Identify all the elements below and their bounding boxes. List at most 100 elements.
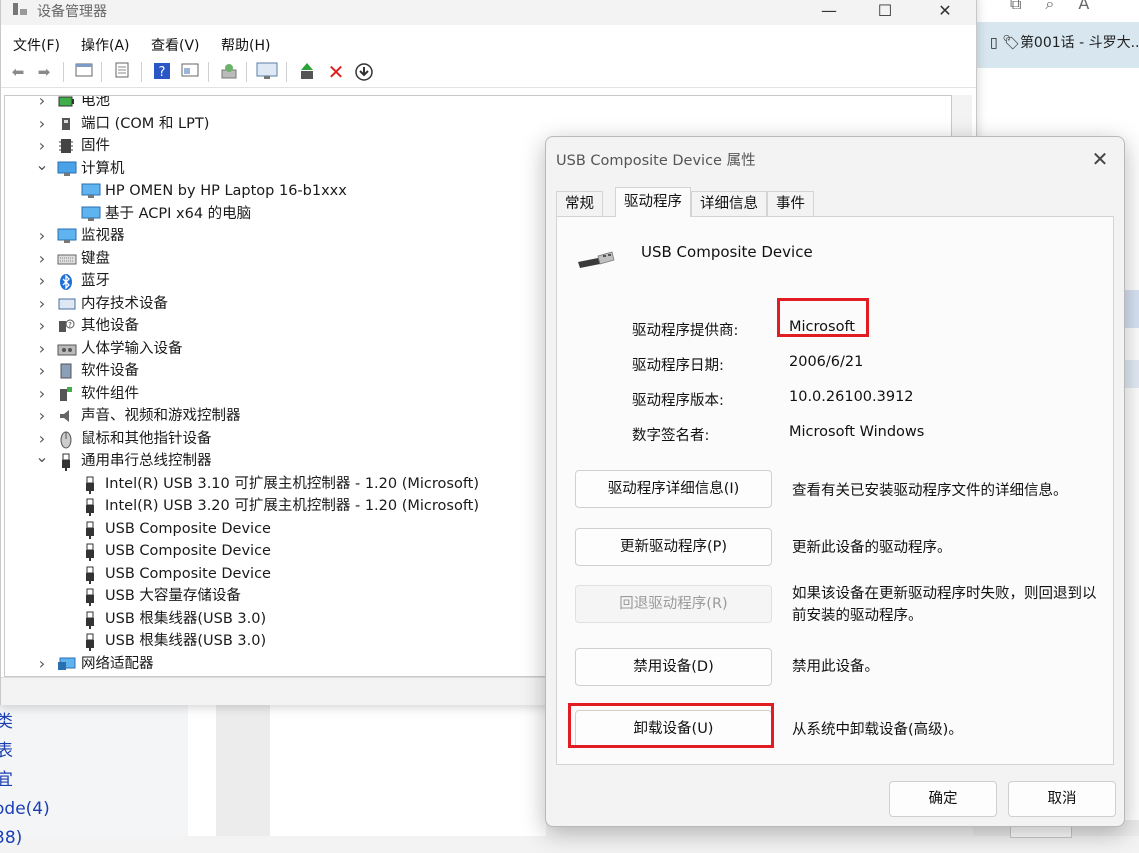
uninstall-x-icon[interactable]: ✕	[325, 62, 347, 82]
toolbar: ⬅ ➡ ? ✕	[1, 55, 976, 88]
monitor-icon	[81, 183, 101, 199]
tab-events[interactable]: 事件	[767, 191, 814, 216]
software-device-icon	[57, 363, 75, 379]
digital-signer-value: Microsoft Windows	[789, 424, 925, 440]
chevron-right-icon[interactable]: ›	[35, 113, 49, 135]
usb-icon	[81, 521, 99, 539]
highlight-box-uninstall	[568, 703, 774, 748]
back-arrow-icon[interactable]: ⬅	[7, 62, 29, 82]
usb-icon	[81, 566, 99, 584]
driver-version-value: 10.0.26100.3912	[789, 389, 914, 405]
driver-date-label: 驱动程序日期:	[632, 358, 724, 374]
highlight-box-provider	[777, 298, 869, 337]
disable-device-button[interactable]: 禁用设备(D)	[575, 648, 772, 686]
chevron-right-icon[interactable]: ›	[35, 405, 49, 427]
tree-label: 基于 ACPI x64 的电脑	[105, 205, 252, 222]
update-driver-button[interactable]: 更新驱动程序(P)	[575, 528, 772, 566]
monitor-scan-icon[interactable]	[256, 62, 278, 82]
chevron-right-icon[interactable]: ›	[35, 315, 49, 337]
tab-details[interactable]: 详细信息	[691, 191, 767, 216]
device-name: USB Composite Device	[641, 243, 813, 261]
chevron-right-icon[interactable]: ›	[35, 653, 49, 675]
chevron-right-icon[interactable]: ›	[35, 338, 49, 360]
usb-icon	[81, 498, 99, 516]
tree-label: USB Composite Device	[105, 543, 271, 559]
tree-label: USB Composite Device	[105, 520, 271, 537]
tab-general[interactable]: 常规	[556, 191, 603, 216]
close-button[interactable]: ✕	[925, 0, 965, 23]
menu-help[interactable]: 帮助(H)	[221, 35, 270, 55]
tree-label: Intel(R) USB 3.10 可扩展主机控制器 - 1.20 (Micro…	[105, 475, 480, 492]
firmware-icon	[57, 138, 75, 154]
background-left-links: 类 表 宜 ode(4) 38)	[0, 708, 50, 853]
tree-label: 内存技术设备	[81, 295, 168, 312]
chevron-right-icon[interactable]: ›	[35, 248, 49, 270]
title-bar[interactable]: 设备管理器 — ☐ ✕	[1, 0, 976, 25]
view-icon[interactable]	[179, 62, 201, 82]
tree-label: 人体学输入设备	[81, 340, 183, 357]
forward-arrow-icon[interactable]: ➡	[33, 62, 55, 82]
background-selection	[1125, 290, 1139, 328]
cancel-button[interactable]: 取消	[1008, 781, 1116, 817]
tree-label: USB 根集线器(USB 3.0)	[105, 633, 267, 649]
update-driver-icon[interactable]	[297, 62, 319, 82]
rollback-driver-button[interactable]: 回退驱动程序(R)	[575, 585, 772, 623]
menu-view[interactable]: 查看(V)	[151, 35, 200, 55]
tree-category[interactable]: › 电池	[5, 95, 945, 112]
background-selection	[1125, 360, 1139, 388]
chevron-right-icon[interactable]: ›	[35, 225, 49, 247]
hid-icon	[57, 341, 77, 357]
help-icon[interactable]: ?	[151, 62, 173, 82]
background-link[interactable]: 38)	[0, 824, 50, 853]
usb-icon	[81, 543, 99, 561]
usb-plug-icon	[576, 244, 618, 270]
tree-label: 网络适配器	[81, 655, 154, 672]
background-browser-tab[interactable]: ▯ 🏷第001话 - 斗罗大...	[990, 32, 1139, 52]
background-link[interactable]: 宜	[0, 766, 50, 795]
scan-hardware-icon[interactable]	[218, 62, 240, 82]
usb-icon	[81, 633, 99, 651]
driver-details-button[interactable]: 驱动程序详细信息(I)	[575, 470, 772, 508]
tree-label: 电池	[81, 95, 110, 109]
dialog-title: USB Composite Device 属性	[556, 153, 756, 169]
chevron-right-icon[interactable]: ›	[35, 383, 49, 405]
tree-label: 软件设备	[81, 363, 139, 379]
menu-file[interactable]: 文件(F)	[13, 35, 60, 55]
tab-driver[interactable]: 驱动程序	[615, 187, 691, 217]
toolbar-separator	[286, 62, 287, 82]
minimize-button[interactable]: —	[809, 0, 849, 23]
show-hide-tree-icon[interactable]	[73, 62, 95, 82]
properties-icon[interactable]	[111, 62, 133, 82]
computer-icon	[57, 161, 77, 177]
chevron-right-icon[interactable]: ›	[35, 360, 49, 382]
chevron-down-icon[interactable]: ⌄	[35, 154, 49, 176]
bluetooth-icon	[57, 273, 75, 290]
dialog-close-button[interactable]: ✕	[1086, 145, 1114, 173]
chevron-right-icon[interactable]: ›	[35, 96, 49, 112]
tree-label: USB 大容量存储设备	[105, 588, 241, 604]
toolbar-separator	[101, 62, 102, 82]
disable-device-desc: 禁用此设备。	[792, 659, 879, 675]
ok-button[interactable]: 确定	[889, 781, 997, 817]
background-link[interactable]: 类	[0, 708, 50, 737]
maximize-button[interactable]: ☐	[865, 0, 905, 23]
tree-label: Intel(R) USB 3.20 可扩展主机控制器 - 1.20 (Micro…	[105, 498, 480, 514]
usb-icon	[57, 453, 75, 471]
network-icon	[57, 656, 76, 672]
tree-label: HP OMEN by HP Laptop 16-b1xxx	[105, 183, 347, 199]
monitor-icon	[81, 206, 101, 222]
chevron-right-icon[interactable]: ›	[35, 270, 49, 292]
tree-label: 蓝牙	[81, 273, 110, 289]
background-link[interactable]: 表	[0, 737, 50, 766]
download-circle-icon[interactable]	[353, 62, 375, 82]
battery-icon	[57, 96, 75, 109]
menu-action[interactable]: 操作(A)	[81, 35, 130, 55]
driver-details-desc: 查看有关已安装驱动程序文件的详细信息。	[792, 483, 1068, 499]
background-link[interactable]: ode(4)	[0, 795, 50, 824]
chevron-down-icon[interactable]: ⌄	[35, 446, 49, 468]
tree-label: 声音、视频和游戏控制器	[81, 408, 241, 424]
chevron-right-icon[interactable]: ›	[35, 293, 49, 315]
tree-label: 监视器	[81, 228, 125, 244]
tree-category[interactable]: › 端口 (COM 和 LPT)	[5, 113, 945, 135]
tree-label: 端口 (COM 和 LPT)	[81, 115, 210, 132]
